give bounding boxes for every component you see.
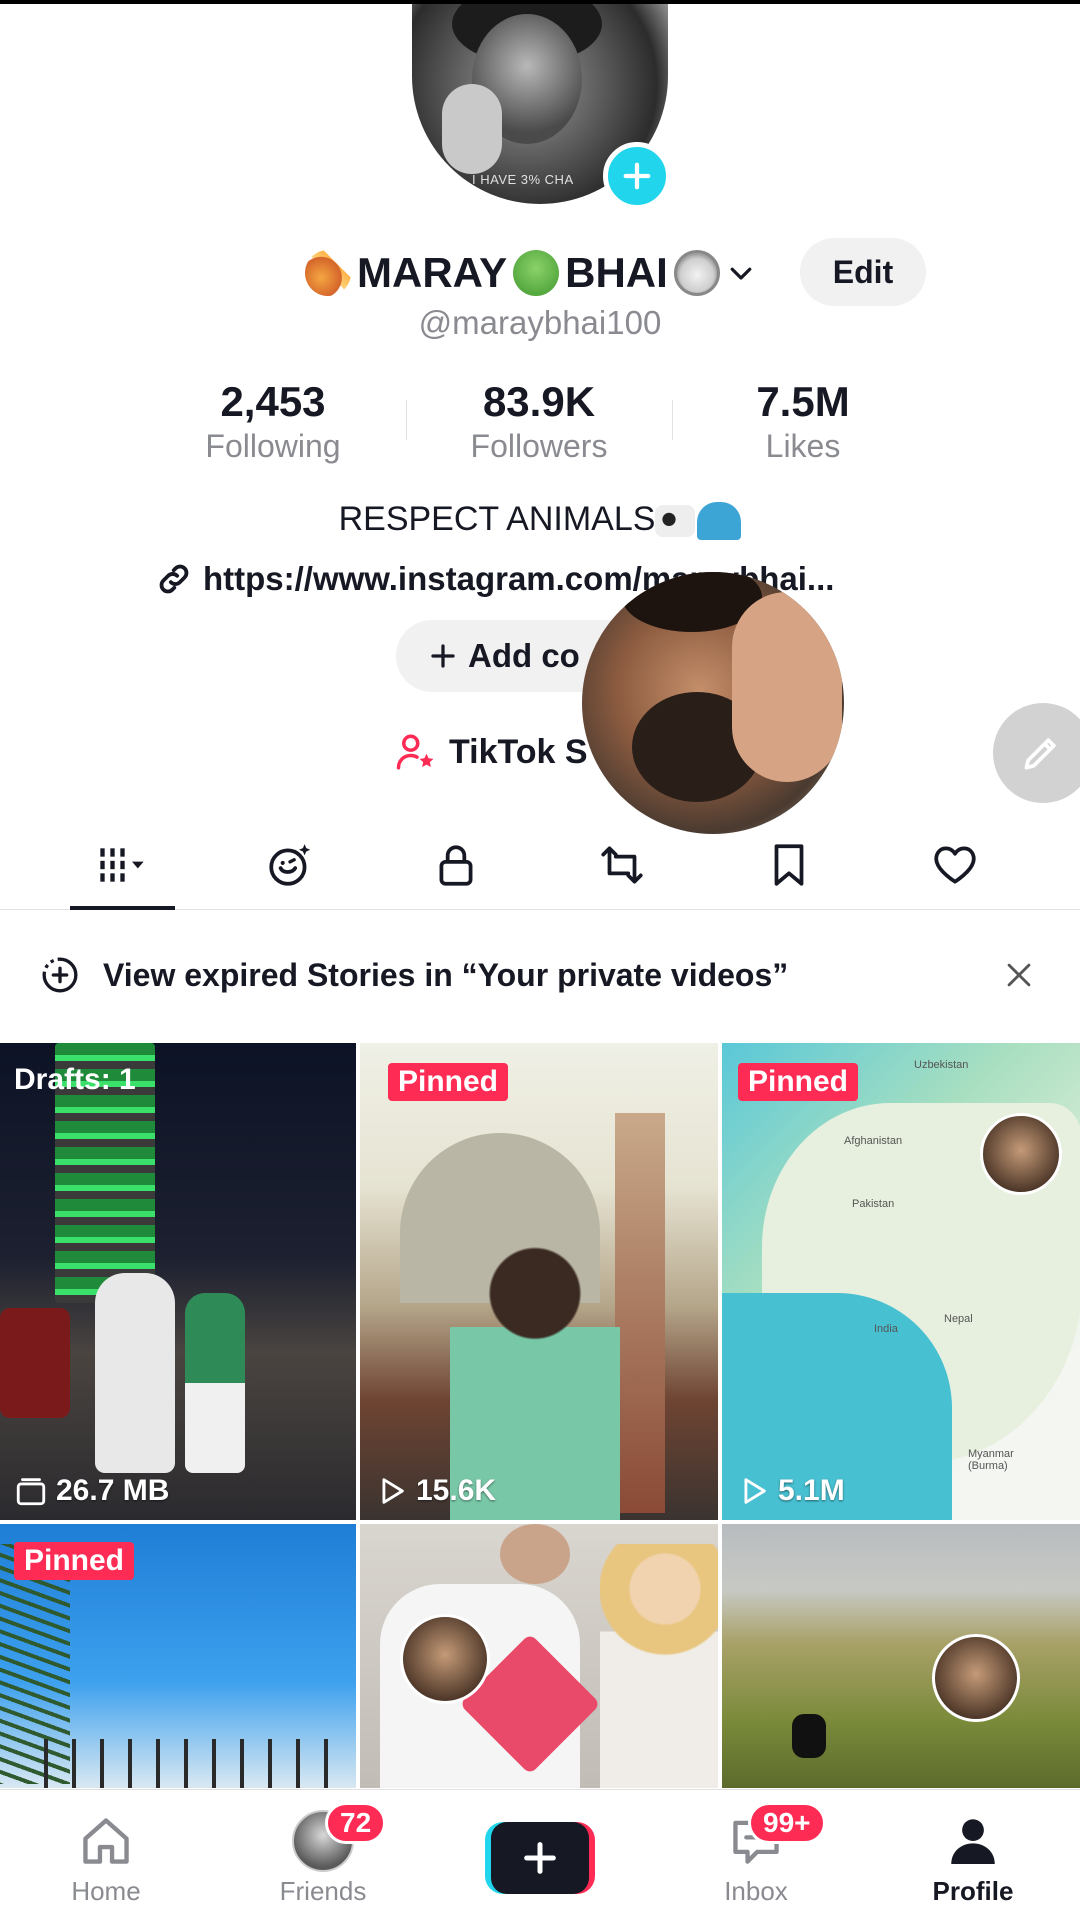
display-name-text: MARAY: [357, 249, 508, 296]
add-story-button[interactable]: [603, 142, 671, 210]
videos-grid-icon: [100, 848, 144, 882]
following-label: Following: [205, 428, 341, 464]
floating-video-bubble[interactable]: [582, 572, 844, 834]
studio-label: TikTok S: [449, 732, 588, 771]
avatar-caption: I HAVE 3% CHA: [472, 172, 574, 187]
nav-profile[interactable]: Profile: [893, 1790, 1053, 1920]
stat-divider: [406, 400, 407, 440]
cow-emoji-icon: [655, 505, 696, 538]
bookmark-icon: [774, 844, 804, 886]
tile-meta: 15.6K: [374, 1474, 496, 1508]
creator-bubble: [980, 1113, 1062, 1195]
edit-profile-button[interactable]: Edit: [800, 238, 926, 306]
pinned-badge: Pinned: [14, 1542, 135, 1580]
edit-floating-button[interactable]: [993, 703, 1080, 803]
map-label: Afghanistan: [844, 1135, 903, 1147]
emoji-sparkle-icon: [269, 844, 311, 886]
plus-icon: [623, 162, 651, 190]
close-icon[interactable]: [1002, 958, 1036, 992]
map-label: Pakistan: [852, 1198, 895, 1210]
likes-count: 7.5M: [756, 378, 850, 425]
nav-friends-label: Friends: [279, 1876, 367, 1906]
video-tile[interactable]: [722, 1524, 1080, 1788]
tab-private[interactable]: [416, 835, 496, 895]
nav-inbox-label: Inbox: [724, 1876, 788, 1906]
followers-count: 83.9K: [482, 378, 596, 425]
profile-stats: 2,453 Following 83.9K Followers 7.5M Lik…: [0, 378, 1080, 468]
friends-badge: 72: [325, 1802, 387, 1844]
tile-meta: 5.1M: [736, 1474, 845, 1508]
following-stat[interactable]: 2,453 Following: [173, 378, 373, 465]
bottom-nav: Home Friends 72 Inbox 99+ Profile: [0, 1789, 1080, 1920]
plus-icon: [524, 1842, 556, 1874]
pencil-icon: [1024, 738, 1056, 770]
nav-home[interactable]: Home: [26, 1790, 186, 1920]
story-plus-icon: [42, 957, 78, 993]
chevron-down-icon[interactable]: [726, 258, 756, 288]
pinned-badge: Pinned: [738, 1063, 859, 1101]
bio-text: RESPECT ANIMALS: [338, 500, 656, 538]
create-button[interactable]: [485, 1822, 595, 1894]
user-star-icon: [396, 734, 434, 770]
banner-text: View expired Stories in “Your private vi…: [103, 956, 789, 993]
video-grid: Drafts: 1 26.7 MB Pinned 15.6K Uzbekista…: [0, 1043, 1080, 1788]
tab-ai-self[interactable]: [250, 835, 330, 895]
active-tab-indicator: [70, 906, 175, 910]
link-icon: [159, 564, 189, 594]
video-tile[interactable]: [360, 1524, 718, 1788]
drafts-label: Drafts: 1: [14, 1063, 136, 1096]
view-count: 5.1M: [778, 1474, 845, 1507]
drafts-icon: [16, 1478, 46, 1506]
expired-stories-banner[interactable]: View expired Stories in “Your private vi…: [0, 940, 1080, 1010]
play-icon: [744, 1478, 766, 1504]
video-tile[interactable]: Pinned 15.6K: [360, 1043, 718, 1520]
tab-reposts[interactable]: [582, 835, 662, 895]
tiktok-studio-link[interactable]: TikTok S: [395, 728, 588, 776]
profile-icon: [951, 1819, 995, 1864]
map-label: India: [874, 1323, 898, 1335]
nav-profile-label: Profile: [932, 1876, 1014, 1906]
map-label: Uzbekistan: [914, 1059, 969, 1071]
alien-emoji-icon: [513, 250, 560, 296]
display-name-suffix: BHAI: [565, 249, 668, 296]
drafts-size: 26.7 MB: [56, 1474, 170, 1507]
view-count: 15.6K: [416, 1474, 497, 1507]
tab-liked[interactable]: [915, 835, 995, 895]
nav-home-label: Home: [71, 1876, 141, 1906]
profile-tabs: [0, 820, 1080, 910]
followers-label: Followers: [470, 428, 608, 464]
stopwatch-emoji-icon: [673, 250, 720, 296]
tab-favorites[interactable]: [749, 835, 829, 895]
display-name[interactable]: MARAY BHAI: [305, 238, 756, 308]
add-collab-label: Add co: [468, 637, 580, 674]
heart-icon: [934, 846, 976, 884]
home-icon: [83, 1818, 129, 1864]
plus-icon: [431, 644, 455, 668]
repost-icon: [601, 846, 643, 884]
stat-divider: [672, 400, 673, 440]
play-icon: [382, 1478, 404, 1504]
creator-bubble: [932, 1634, 1020, 1722]
profile-bio: RESPECT ANIMALS: [0, 500, 1080, 541]
likes-label: Likes: [765, 428, 841, 464]
dinosaur-emoji-icon: [697, 502, 742, 541]
inbox-badge: 99+: [748, 1802, 826, 1844]
video-tile[interactable]: Uzbekistan Afghanistan Pakistan India Ne…: [722, 1043, 1080, 1520]
lock-icon: [439, 845, 473, 886]
creator-bubble: [400, 1614, 490, 1704]
map-label: Nepal: [944, 1313, 973, 1325]
followers-stat[interactable]: 83.9K Followers: [439, 378, 639, 465]
username: @maraybhai100: [418, 304, 662, 341]
video-tile-drafts[interactable]: Drafts: 1 26.7 MB: [0, 1043, 356, 1520]
following-count: 2,453: [220, 378, 326, 425]
tab-videos[interactable]: [82, 835, 162, 895]
likes-stat[interactable]: 7.5M Likes: [703, 378, 903, 465]
video-tile[interactable]: Pinned: [0, 1524, 356, 1788]
map-label: Myanmar (Burma): [968, 1448, 1014, 1472]
comet-emoji-icon: [305, 250, 351, 296]
tile-meta: 26.7 MB: [14, 1474, 169, 1508]
pinned-badge: Pinned: [388, 1063, 509, 1101]
